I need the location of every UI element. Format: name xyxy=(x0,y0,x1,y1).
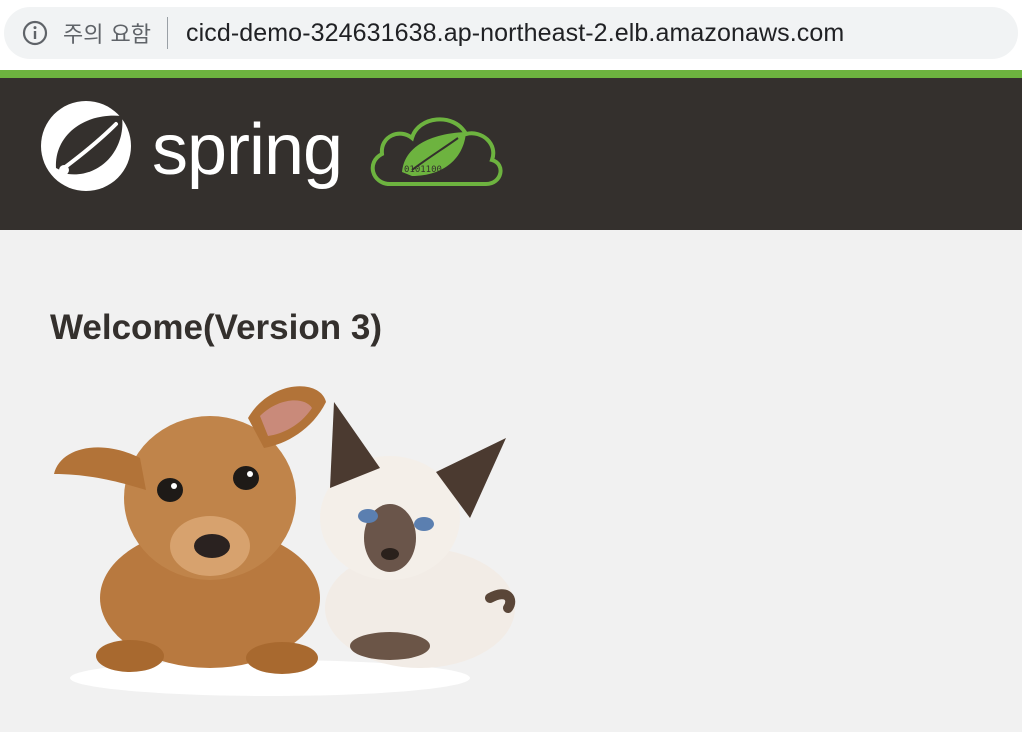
spring-leaf-icon xyxy=(41,101,131,191)
spring-wordmark: spring xyxy=(152,110,342,190)
security-status-label[interactable]: 주의 요함 xyxy=(63,17,151,49)
page-title: Welcome(Version 3) xyxy=(50,308,382,347)
cat-figure xyxy=(320,402,516,668)
spring-cloud-icon: 0101100 xyxy=(370,117,503,186)
cloud-binary-text: 0101100 xyxy=(404,165,442,175)
pets-image xyxy=(54,386,516,696)
dog-figure xyxy=(54,386,326,674)
browser-address-bar: 주의 요함 cicd-demo-324631638.ap-northeast-2… xyxy=(0,0,1022,70)
url-text[interactable]: cicd-demo-324631638.ap-northeast-2.elb.a… xyxy=(186,19,844,48)
header-accent-stripe xyxy=(0,70,1022,78)
omnibox-divider xyxy=(166,17,168,49)
site-header: spring 0101100 xyxy=(0,78,1022,230)
info-icon[interactable] xyxy=(21,19,49,47)
spring-logo[interactable]: spring 0101100 xyxy=(40,98,510,198)
omnibox[interactable]: 주의 요함 cicd-demo-324631638.ap-northeast-2… xyxy=(4,7,1018,59)
